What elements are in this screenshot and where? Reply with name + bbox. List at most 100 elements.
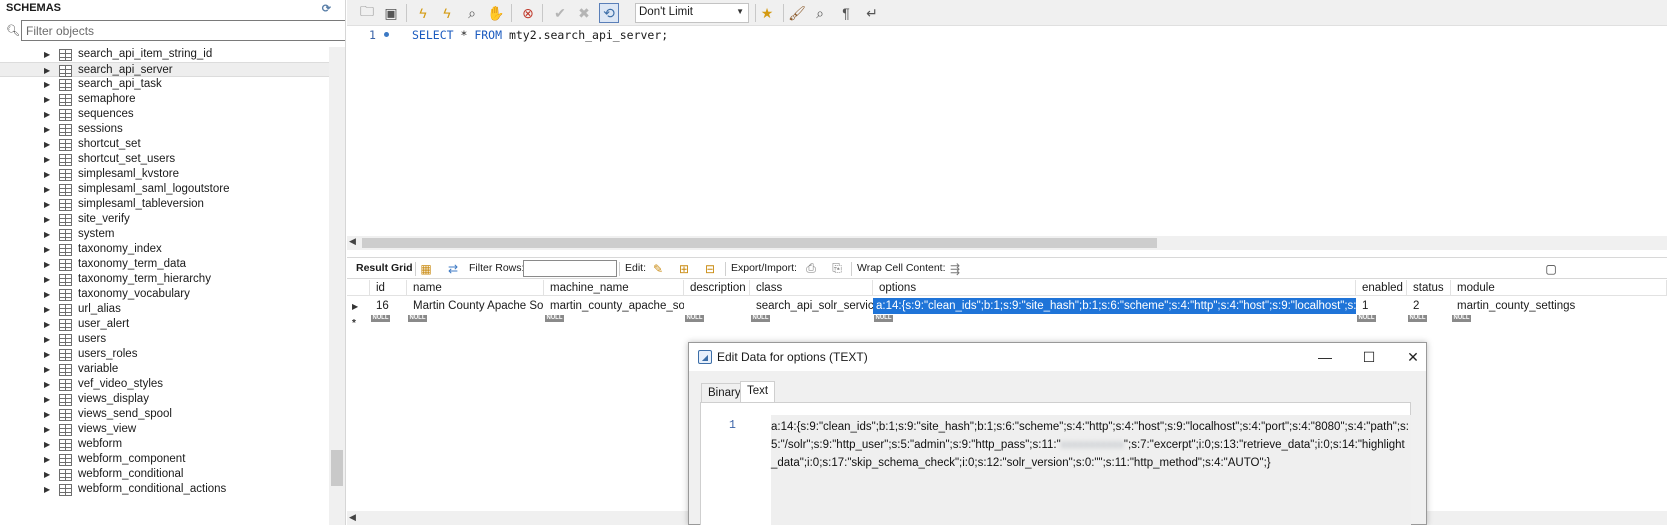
beautify-icon[interactable]: 🖌︎: [787, 3, 807, 23]
expand-arrow-icon[interactable]: ▶: [44, 63, 50, 78]
delete-row-icon[interactable]: ⊟: [702, 261, 718, 276]
maximize-icon[interactable]: ☐: [1357, 347, 1381, 367]
table-tree-item[interactable]: ▶ sequences: [0, 107, 345, 122]
table-tree-item[interactable]: ▶ webform_conditional_actions: [0, 482, 345, 497]
cell-enabled[interactable]: 1: [1356, 298, 1407, 314]
table-tree-item[interactable]: ▶ views_send_spool: [0, 407, 345, 422]
expand-arrow-icon[interactable]: ▶: [44, 437, 50, 452]
table-tree-item[interactable]: ▶ webform: [0, 437, 345, 452]
execute-icon[interactable]: ϟ: [413, 3, 433, 23]
refresh-icon[interactable]: ⟳: [322, 2, 331, 15]
explain-icon[interactable]: ⌕: [462, 3, 482, 23]
table-tree-item[interactable]: ▶ variable: [0, 362, 345, 377]
expand-arrow-icon[interactable]: ▶: [44, 197, 50, 212]
expand-arrow-icon[interactable]: ▶: [44, 332, 50, 347]
table-tree-item[interactable]: ▶ url_alias: [0, 302, 345, 317]
expand-arrow-icon[interactable]: ▶: [44, 362, 50, 377]
expand-arrow-icon[interactable]: ▶: [44, 167, 50, 182]
scroll-left-icon[interactable]: ◀: [349, 236, 356, 247]
options-text-value[interactable]: a:14:{s:9:"clean_ids";b:1;s:9:"site_hash…: [771, 415, 1411, 525]
table-tree-item[interactable]: ▶ semaphore: [0, 92, 345, 107]
expand-arrow-icon[interactable]: ▶: [44, 302, 50, 317]
table-tree-item[interactable]: ▶ system: [0, 227, 345, 242]
grid-layout-icon[interactable]: ▦: [418, 261, 434, 276]
wrap-cell-icon[interactable]: ⇶: [947, 261, 963, 276]
grid-horizontal-scrollbar-right[interactable]: [1427, 511, 1667, 525]
expand-arrow-icon[interactable]: ▶: [44, 452, 50, 467]
table-tree-item[interactable]: ▶ simplesaml_saml_logoutstore: [0, 182, 345, 197]
import-icon[interactable]: ⎘: [829, 261, 845, 276]
table-tree-item[interactable]: ▶ taxonomy_index: [0, 242, 345, 257]
cell-machine-name[interactable]: martin_county_apache_solr: [544, 298, 684, 314]
cell-description[interactable]: [684, 298, 750, 314]
column-header-enabled[interactable]: enabled: [1356, 280, 1407, 296]
null-badge[interactable]: NULL: [874, 315, 893, 322]
text-editor[interactable]: 1 a:14:{s:9:"clean_ids";b:1;s:9:"site_ha…: [700, 402, 1411, 525]
expand-arrow-icon[interactable]: ▶: [44, 317, 50, 332]
expand-arrow-icon[interactable]: ▶: [44, 467, 50, 482]
expand-arrow-icon[interactable]: ▶: [44, 392, 50, 407]
close-icon[interactable]: ✕: [1401, 347, 1425, 367]
minimize-icon[interactable]: —: [1313, 347, 1337, 367]
table-tree-item[interactable]: ▶ user_alert: [0, 317, 345, 332]
execute-current-icon[interactable]: ϟ: [437, 3, 457, 23]
expand-arrow-icon[interactable]: ▶: [44, 482, 50, 497]
wrap-lines-icon[interactable]: ↵: [862, 3, 882, 23]
rollback-icon[interactable]: ✖: [574, 3, 594, 23]
expand-arrow-icon[interactable]: ▶: [44, 407, 50, 422]
tab-text[interactable]: Text: [740, 381, 776, 403]
cell-status[interactable]: 2: [1407, 298, 1451, 314]
table-tree-item[interactable]: ▶ users: [0, 332, 345, 347]
table-tree-item[interactable]: ▶ sessions: [0, 122, 345, 137]
table-tree-item[interactable]: ▶ views_view: [0, 422, 345, 437]
save-icon[interactable]: ▣: [381, 3, 401, 23]
filter-rows-input[interactable]: [523, 260, 617, 277]
expand-arrow-icon[interactable]: ▶: [44, 152, 50, 167]
expand-arrow-icon[interactable]: ▶: [44, 272, 50, 287]
column-header-status[interactable]: status: [1407, 280, 1451, 296]
expand-arrow-icon[interactable]: ▶: [44, 347, 50, 362]
cell-class[interactable]: search_api_solr_service: [750, 298, 873, 314]
expand-arrow-icon[interactable]: ▶: [44, 287, 50, 302]
table-tree-item[interactable]: ▶ webform_component: [0, 452, 345, 467]
expand-arrow-icon[interactable]: ▶: [44, 182, 50, 197]
find-icon[interactable]: ⌕: [810, 3, 830, 23]
table-tree-item[interactable]: ▶ webform_conditional: [0, 467, 345, 482]
grid-horizontal-scrollbar[interactable]: ◀: [347, 511, 688, 525]
editor-horizontal-scrollbar[interactable]: ◀: [347, 236, 1667, 250]
table-tree-item[interactable]: ▶ simplesaml_tableversion: [0, 197, 345, 212]
expand-arrow-icon[interactable]: ▶: [44, 47, 50, 62]
cell-options[interactable]: a:14:{s:9:"clean_ids";b:1;s:9:"site_hash…: [873, 298, 1356, 314]
expand-arrow-icon[interactable]: ▶: [44, 257, 50, 272]
expand-arrow-icon[interactable]: ▶: [44, 377, 50, 392]
toggle-panel-icon[interactable]: ▢: [1543, 261, 1559, 276]
table-tree-item[interactable]: ▶ shortcut_set: [0, 137, 345, 152]
expand-arrow-icon[interactable]: ▶: [44, 242, 50, 257]
scroll-left-icon[interactable]: ◀: [349, 512, 356, 523]
scrollbar-thumb[interactable]: [362, 238, 1157, 248]
filter-objects-input[interactable]: [21, 20, 345, 41]
table-tree-item[interactable]: ▶ vef_video_styles: [0, 377, 345, 392]
expand-arrow-icon[interactable]: ▶: [44, 212, 50, 227]
expand-arrow-icon[interactable]: ▶: [44, 107, 50, 122]
expand-arrow-icon[interactable]: ▶: [44, 227, 50, 242]
commit-icon[interactable]: ✔: [550, 3, 570, 23]
column-header-options[interactable]: options: [873, 280, 1356, 296]
null-badge[interactable]: NULL: [1408, 315, 1427, 322]
table-tree-item[interactable]: ▶ taxonomy_term_hierarchy: [0, 272, 345, 287]
result-grid-label[interactable]: Result Grid: [356, 262, 413, 274]
sql-statement[interactable]: SELECT * FROM mty2.search_api_server;: [412, 28, 668, 42]
export-icon[interactable]: ⎙: [803, 261, 819, 276]
table-tree-item[interactable]: ▶ search_api_item_string_id: [0, 47, 345, 62]
cell-id[interactable]: 16: [370, 298, 407, 314]
expand-arrow-icon[interactable]: ▶: [44, 122, 50, 137]
column-header-machine-name[interactable]: machine_name: [544, 280, 684, 296]
table-tree-item[interactable]: ▶ site_verify: [0, 212, 345, 227]
stop-icon[interactable]: ✋: [486, 3, 506, 23]
open-folder-icon[interactable]: 🗀: [357, 3, 377, 23]
expand-arrow-icon[interactable]: ▶: [44, 137, 50, 152]
table-tree-item[interactable]: ▶ views_display: [0, 392, 345, 407]
table-tree-item[interactable]: ▶ simplesaml_kvstore: [0, 167, 345, 182]
scrollbar-thumb[interactable]: [331, 450, 343, 486]
null-badge[interactable]: NULL: [685, 315, 704, 322]
